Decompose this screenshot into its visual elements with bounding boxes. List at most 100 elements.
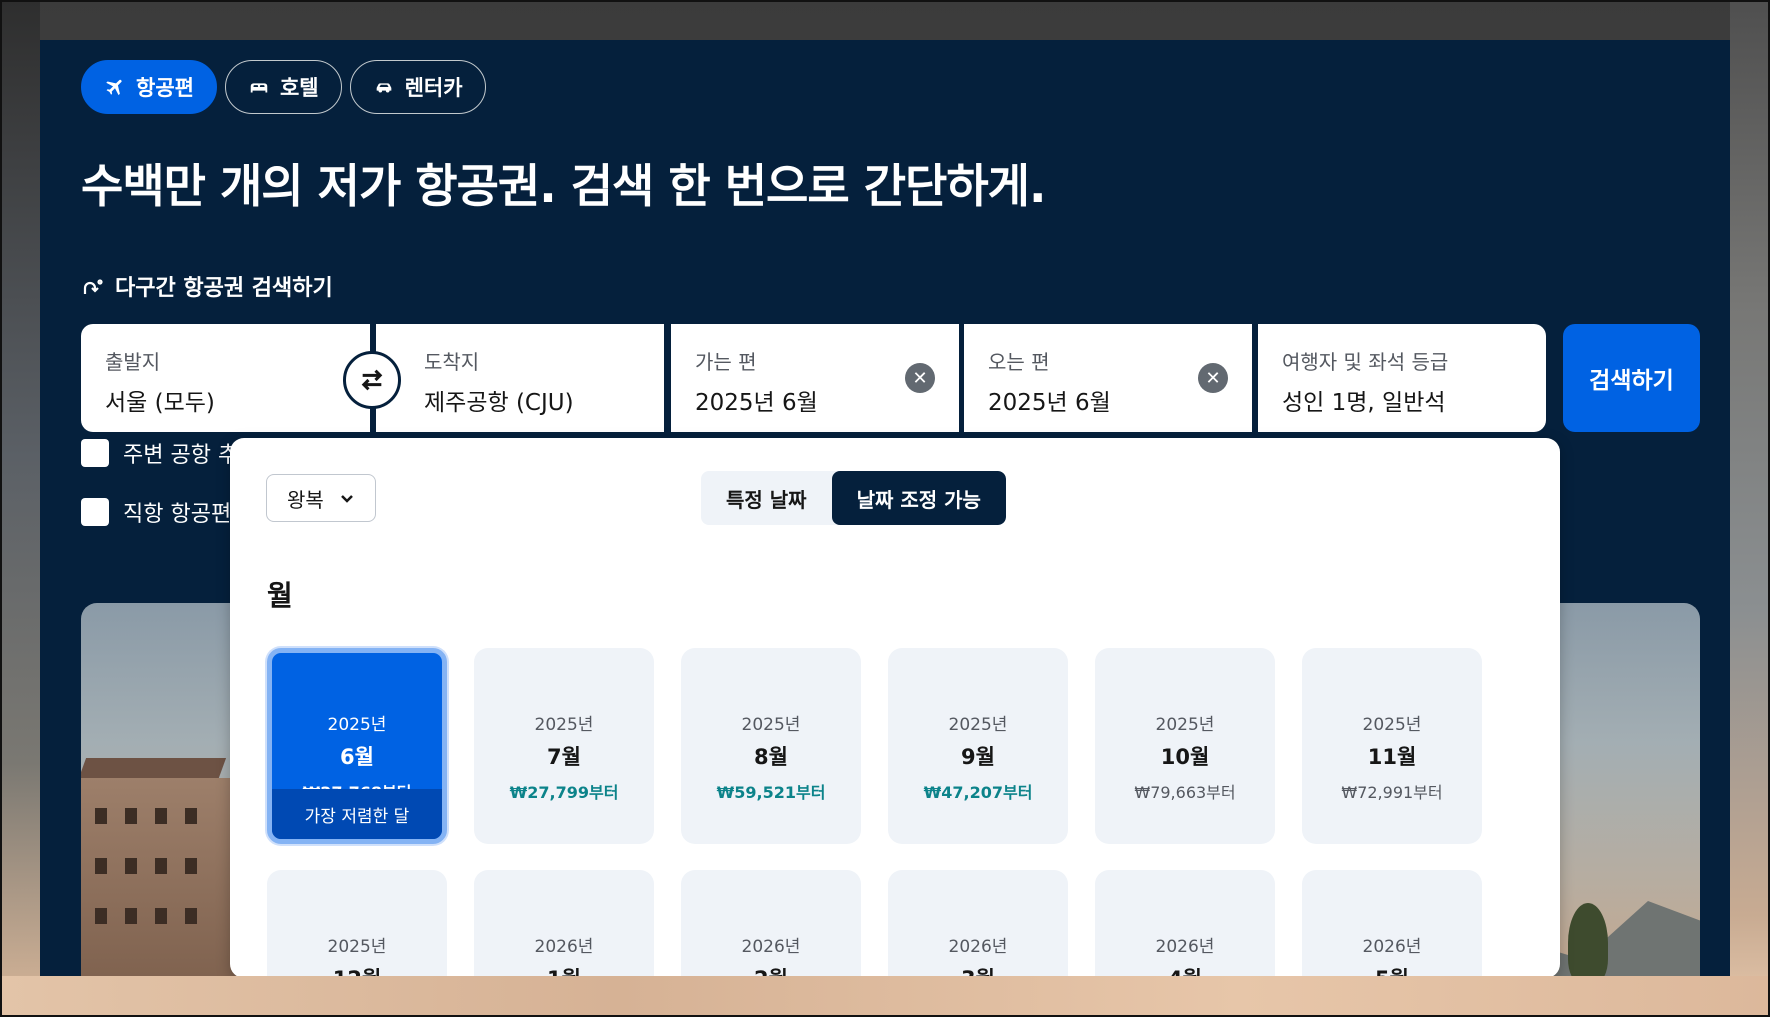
- mode-flexible-dates[interactable]: 날짜 조정 가능: [831, 471, 1006, 525]
- window: [185, 858, 197, 874]
- month-card[interactable]: 2026년 2월: [681, 870, 861, 976]
- travellers-value: 성인 1명, 일반석: [1282, 390, 1446, 416]
- clear-depart-icon[interactable]: ✕: [905, 363, 935, 393]
- tab-label: 렌터카: [404, 76, 463, 100]
- backdrop-right: [1730, 0, 1770, 1017]
- month-card[interactable]: 2025년 9월 ₩47,207부터: [888, 648, 1068, 844]
- month-price: ₩79,663부터: [1134, 783, 1236, 802]
- month-price: ₩59,521부터: [716, 783, 826, 802]
- month-name: 10월: [1160, 745, 1210, 769]
- month-price: ₩27,799부터: [509, 783, 619, 802]
- window: [95, 908, 107, 924]
- month-section-title: 월: [267, 579, 293, 612]
- month-year: 2026년: [741, 937, 801, 957]
- airplane-icon: [106, 79, 122, 96]
- return-value: 2025년 6월: [988, 390, 1111, 416]
- month-year: 2026년: [1362, 937, 1422, 957]
- month-name: 8월: [754, 745, 788, 769]
- depart-field[interactable]: 가는 편 2025년 6월 ✕: [671, 324, 959, 432]
- window: [155, 808, 167, 824]
- month-card[interactable]: 2026년 5월: [1302, 870, 1482, 976]
- month-year: 2025년: [327, 715, 387, 735]
- month-name: 12월: [333, 963, 382, 976]
- date-mode-toggle: 특정 날짜 날짜 조정 가능: [701, 471, 1006, 525]
- month-card[interactable]: 2025년 11월 ₩72,991부터: [1302, 648, 1482, 844]
- month-name: 5월: [1375, 963, 1409, 976]
- backdrop-left: [0, 0, 40, 1017]
- window: [155, 908, 167, 924]
- mode-specific-dates[interactable]: 특정 날짜: [701, 471, 832, 525]
- car-icon: [376, 83, 391, 93]
- building-illustration: [81, 778, 241, 976]
- month-card[interactable]: 2025년 12월: [267, 870, 447, 976]
- nearby-airports-option[interactable]: 주변 공항 추: [81, 437, 238, 469]
- nearby-airports-checkbox[interactable]: [81, 439, 109, 467]
- travellers-field[interactable]: 여행자 및 좌석 등급 성인 1명, 일반석: [1258, 324, 1546, 432]
- month-card[interactable]: 2025년 7월 ₩27,799부터: [474, 648, 654, 844]
- window: [185, 808, 197, 824]
- month-name: 2월: [754, 963, 788, 976]
- date-picker-panel: 왕복 특정 날짜 날짜 조정 가능 월 2025년 6월 ₩27,768부터 가…: [230, 438, 1560, 976]
- origin-label: 출발지: [105, 350, 161, 374]
- month-price: ₩47,207부터: [923, 783, 1033, 802]
- page-title: 수백만 개의 저가 항공권. 검색 한 번으로 간단하게.: [81, 159, 1046, 213]
- trip-type-select[interactable]: 왕복: [266, 474, 376, 522]
- cheapest-month-badge: 가장 저렴한 달: [272, 789, 442, 839]
- month-card[interactable]: 2026년 4월: [1095, 870, 1275, 976]
- search-button[interactable]: 검색하기: [1563, 324, 1700, 432]
- month-card[interactable]: 2025년 8월 ₩59,521부터: [681, 648, 861, 844]
- search-hero: 항공편 호텔 렌터카 수백만 개의 저가 항공권. 검색 한 번으로 간단하게.…: [40, 40, 1730, 976]
- month-name: 6월: [340, 745, 374, 769]
- month-year: 2025년: [1362, 715, 1422, 735]
- direct-flights-option[interactable]: 직항 항공편: [81, 496, 231, 528]
- route-icon: [83, 279, 103, 294]
- month-card[interactable]: 2025년 6월 ₩27,768부터 가장 저렴한 달: [267, 648, 447, 844]
- direct-flights-checkbox[interactable]: [81, 498, 109, 526]
- direct-flights-label: 직항 항공편: [123, 502, 232, 527]
- trip-type-value: 왕복: [287, 487, 324, 512]
- origin-field[interactable]: 출발지 서울 (모두): [81, 324, 370, 432]
- backdrop-bottom: [0, 976, 1770, 1017]
- window: [155, 858, 167, 874]
- depart-value: 2025년 6월: [695, 390, 818, 416]
- depart-label: 가는 편: [695, 350, 757, 374]
- month-card[interactable]: 2026년 1월: [474, 870, 654, 976]
- tab-flights[interactable]: 항공편: [81, 60, 217, 114]
- window: [125, 908, 137, 924]
- window: [95, 808, 107, 824]
- tab-label: 항공편: [136, 76, 194, 100]
- month-card[interactable]: 2025년 10월 ₩79,663부터: [1095, 648, 1275, 844]
- multicity-link[interactable]: 다구간 항공권 검색하기: [81, 270, 333, 302]
- month-grid: 2025년 6월 ₩27,768부터 가장 저렴한 달 2025년 7월 ₩27…: [267, 648, 1482, 976]
- travellers-label: 여행자 및 좌석 등급: [1282, 350, 1449, 374]
- tree-illustration: [1568, 903, 1608, 976]
- month-year: 2026년: [534, 937, 594, 957]
- window: [95, 858, 107, 874]
- tab-car-hire[interactable]: 렌터카: [349, 60, 486, 114]
- swap-button[interactable]: [343, 351, 401, 409]
- month-year: 2026년: [948, 937, 1008, 957]
- bed-icon: [250, 83, 268, 93]
- clear-return-icon[interactable]: ✕: [1198, 363, 1228, 393]
- chevron-down-icon: [341, 495, 353, 503]
- month-card[interactable]: 2026년 3월: [888, 870, 1068, 976]
- return-field[interactable]: 오는 편 2025년 6월 ✕: [964, 324, 1252, 432]
- window: [125, 808, 137, 824]
- month-price: ₩72,991부터: [1341, 783, 1443, 802]
- month-name: 11월: [1367, 745, 1417, 769]
- tab-hotels[interactable]: 호텔: [224, 60, 342, 114]
- month-name: 3월: [961, 963, 995, 976]
- month-year: 2026년: [1155, 937, 1215, 957]
- month-name: 4월: [1168, 963, 1202, 976]
- swap-arrows-icon: [361, 369, 383, 391]
- month-name: 9월: [961, 745, 995, 769]
- month-year: 2025년: [948, 715, 1008, 735]
- month-year: 2025년: [741, 715, 801, 735]
- destination-value: 제주공항 (CJU): [424, 390, 574, 416]
- product-tabs: 항공편 호텔 렌터카: [81, 60, 486, 114]
- month-year: 2025년: [534, 715, 594, 735]
- destination-field[interactable]: 도착지 제주공항 (CJU): [376, 324, 664, 432]
- origin-value: 서울 (모두): [105, 390, 215, 416]
- destination-label: 도착지: [424, 350, 480, 374]
- window: [185, 908, 197, 924]
